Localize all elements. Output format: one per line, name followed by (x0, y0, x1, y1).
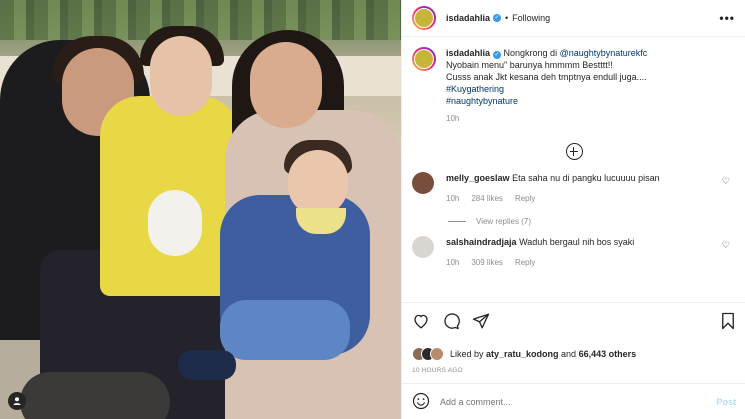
person-woman-yellow-belly (148, 190, 202, 256)
comment-text: Waduh bergaul nih bos syaki (519, 237, 635, 247)
caption-text-prefix: Nongkrong di (503, 48, 560, 58)
verified-badge-icon: ✓ (493, 51, 502, 59)
liker-avatar (430, 347, 444, 361)
comment-time: 10h (446, 194, 460, 203)
comment-time: 10h (446, 258, 460, 267)
comments-section: isdadahlia ✓ Nongkrong di @naughtybynatur… (402, 37, 745, 302)
view-replies-line (448, 221, 466, 222)
likes-count[interactable]: 66,443 others (579, 349, 637, 359)
liked-by-user[interactable]: aty_ratu_kodong (486, 349, 559, 359)
person-woman-yellow-face (150, 36, 212, 116)
caption-mention-link[interactable]: @naughtybynaturekfc (560, 48, 648, 58)
caption-line-2: Nyobain menu" barunya hmmmm Bestttt!! (446, 60, 613, 70)
author-username[interactable]: isdadahlia (446, 13, 490, 23)
post-caption: isdadahlia ✓ Nongkrong di @naughtybynatur… (412, 47, 736, 125)
add-comment-bar: Post (402, 383, 745, 419)
post-panel: isdadahlia ✓ • Following ••• isdadahlia ✓… (401, 0, 745, 419)
comment-reply-button[interactable]: Reply (515, 257, 535, 269)
comment-avatar[interactable] (412, 236, 434, 258)
add-comment-input[interactable] (440, 396, 717, 407)
verified-badge-icon: ✓ (493, 14, 502, 22)
comment-like-heart-icon[interactable]: ♡ (722, 176, 730, 187)
comment-icon[interactable] (442, 312, 460, 332)
person-woman-right-face (250, 42, 322, 128)
view-replies-label: View replies (7) (476, 217, 531, 226)
caption-line-3: Cusss anak Jkt kesana deh tmptnya endull… (446, 72, 647, 82)
comment-item: salshaindradjaja Waduh bergaul nih bos s… (412, 236, 736, 269)
comment-likes[interactable]: 284 likes (471, 193, 503, 205)
food-plate (20, 372, 170, 419)
comment-item: melly_goeslaw Eta saha nu di pangku lucu… (412, 172, 736, 205)
following-button[interactable]: Following (512, 13, 550, 23)
caption-timestamp: 10h (446, 114, 460, 123)
post-actions: Liked by aty_ratu_kodong and 66,443 othe… (402, 302, 745, 374)
post-photo[interactable] (0, 0, 401, 419)
author-avatar[interactable] (412, 6, 436, 30)
comment-like-heart-icon[interactable]: ♡ (722, 240, 730, 251)
likes-middle: and (558, 349, 579, 359)
load-more-comments[interactable] (412, 143, 736, 160)
bookmark-icon[interactable] (720, 312, 736, 332)
baby-face (288, 150, 348, 216)
hashtag-link[interactable]: #naughtybynature (446, 96, 518, 106)
tagged-users-icon[interactable] (8, 392, 26, 410)
likes-summary: Liked by aty_ratu_kodong and 66,443 othe… (412, 347, 736, 361)
post-comment-button[interactable]: Post (716, 397, 736, 407)
view-replies-button[interactable]: View replies (7) (448, 217, 736, 226)
hashtag-link[interactable]: #Kuygathering (446, 84, 504, 94)
emoji-icon[interactable] (412, 392, 430, 412)
likes-prefix: Liked by (450, 349, 487, 359)
comment-likes[interactable]: 309 likes (471, 257, 503, 269)
plus-circle-icon[interactable] (565, 143, 583, 160)
baby-legs (220, 300, 350, 360)
comment-reply-button[interactable]: Reply (515, 193, 535, 205)
more-options-icon[interactable]: ••• (719, 11, 735, 25)
post-header: isdadahlia ✓ • Following ••• (402, 0, 745, 37)
comment-username[interactable]: salshaindradjaja (446, 237, 517, 247)
baby-shoe (178, 350, 236, 380)
heart-icon[interactable] (412, 312, 430, 332)
separator-dot: • (505, 13, 509, 23)
caption-avatar[interactable] (412, 47, 436, 71)
post-timestamp: 10 HOURS AGO (412, 367, 463, 374)
caption-username[interactable]: isdadahlia (446, 48, 490, 58)
comment-avatar[interactable] (412, 172, 434, 194)
share-icon[interactable] (472, 312, 490, 332)
comment-text: Eta saha nu di pangku lucuuuu pisan (512, 173, 660, 183)
comment-username[interactable]: melly_goeslaw (446, 173, 510, 183)
